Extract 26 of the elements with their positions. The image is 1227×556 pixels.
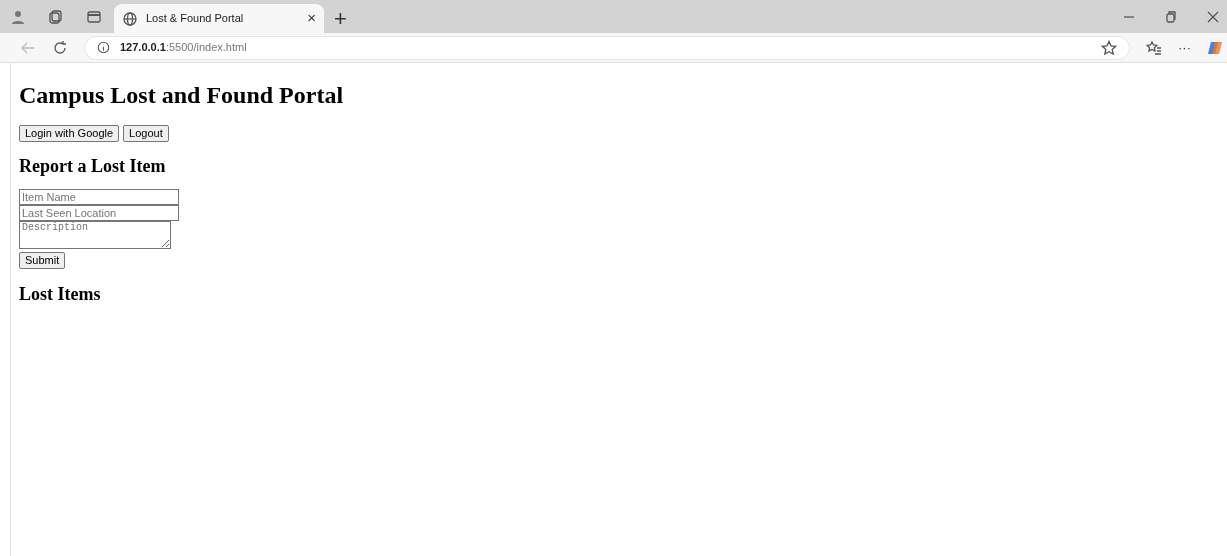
url-path: :5500/index.html [165, 40, 247, 56]
text-field[interactable]: Last Seen Location [19, 205, 179, 221]
url-host: 127.0.0.1 [120, 40, 166, 56]
description-field[interactable]: Description [19, 221, 171, 249]
address-bar[interactable]: 127.0.0.1:5500/index.html [84, 35, 1130, 60]
vertical-tabs-icon[interactable] [86, 8, 102, 25]
text-field[interactable]: Item Name [19, 189, 179, 205]
section-heading: Lost Items [19, 283, 102, 305]
profile-icon[interactable] [10, 8, 26, 25]
restore-icon[interactable] [1163, 8, 1179, 25]
info-icon [97, 41, 110, 54]
globe-icon [122, 10, 138, 27]
browser-tab[interactable]: Lost & Found Portal × [114, 4, 324, 33]
tab-title: Lost & Found Portal [146, 11, 245, 27]
new-tab-button[interactable]: + [324, 4, 357, 33]
more-button[interactable]: ··· [1178, 37, 1191, 58]
page-title: Campus Lost and Found Portal [19, 81, 345, 109]
auth-button[interactable]: Logout [123, 125, 169, 142]
section-heading: Report a Lost Item [19, 155, 167, 177]
auth-button[interactable]: Login with Google [19, 125, 120, 142]
reload-icon[interactable] [52, 39, 68, 56]
close-tab-button[interactable]: × [307, 7, 316, 30]
tab-actions-icon[interactable] [48, 8, 64, 25]
favorite-star-icon[interactable] [1101, 39, 1117, 56]
submit-button[interactable]: Submit [19, 252, 66, 269]
favorites-icon[interactable] [1146, 39, 1162, 56]
